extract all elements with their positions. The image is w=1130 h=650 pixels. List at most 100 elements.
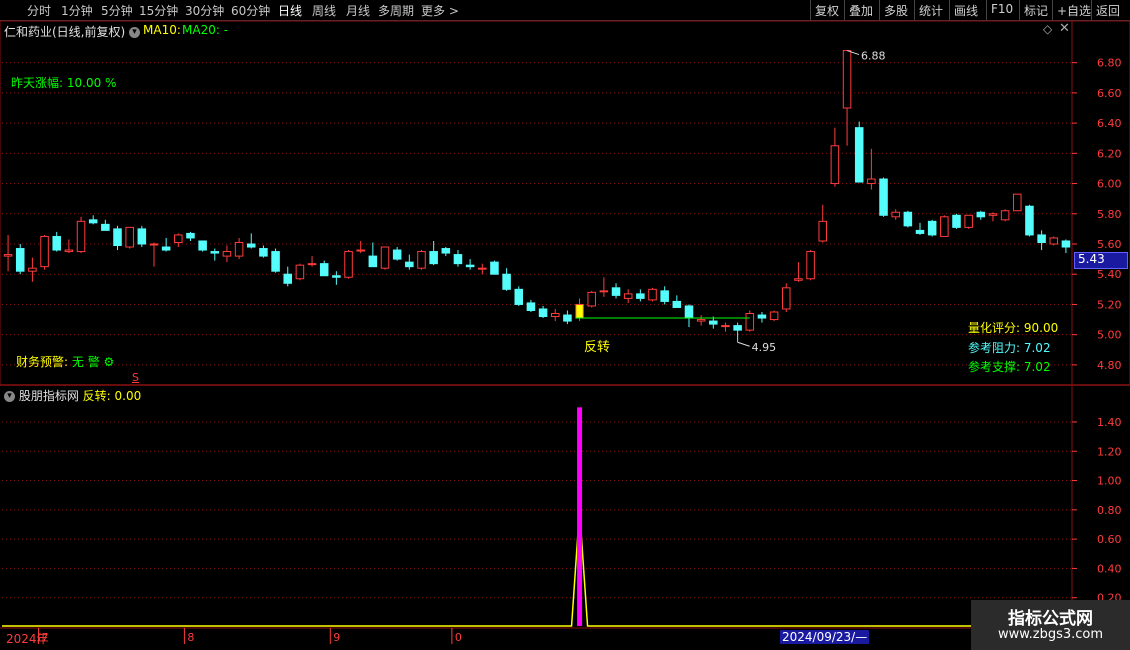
candle-body: [830, 145, 840, 185]
sub-panel-indicator: 反转: 0.00: [82, 389, 142, 403]
date-axis-year: 2024年: [6, 632, 49, 646]
candle-body: [526, 302, 536, 311]
candle-body: [903, 211, 913, 227]
candle-body: [538, 308, 548, 318]
candle-body: [502, 273, 511, 290]
indicator-signal-bar: [577, 407, 583, 626]
diamond-icon[interactable]: ◇: [1043, 22, 1052, 36]
finance-warning: 财务预警: 无 警 ⚙: [16, 353, 114, 370]
candle-body: [1049, 237, 1059, 245]
month-label: 8: [187, 631, 194, 644]
candle-body: [988, 213, 998, 216]
candle-body: [769, 311, 779, 321]
dividend-s-icon: S: [132, 371, 139, 384]
warning-gear-icon: ⚙: [103, 355, 115, 369]
price-tick-label: 6.20: [1097, 147, 1122, 160]
candle-body: [101, 223, 110, 231]
candle-body: [660, 290, 669, 302]
candle-body: [794, 278, 803, 281]
candle-body: [368, 255, 378, 268]
candle-body: [757, 314, 767, 319]
candle-body: [781, 287, 791, 310]
watermark-line1: 指标公式网: [1008, 609, 1093, 629]
price-tick-label: 5.40: [1097, 268, 1122, 281]
candle-body: [344, 251, 353, 278]
candle-body: [915, 229, 925, 234]
candle-body: [125, 226, 134, 248]
candle-body: [623, 293, 633, 299]
candle-body: [88, 219, 98, 224]
candle-body: [441, 248, 451, 254]
candle-body: [319, 263, 329, 277]
indicator-tick-label: 1.40: [1097, 416, 1122, 429]
candle-body: [733, 325, 742, 331]
candle-body: [879, 178, 888, 216]
sub-panel-name: 股朋指标网: [18, 389, 79, 403]
prev-change-value: 10.00 %: [66, 76, 117, 90]
candle-body: [745, 313, 755, 331]
candle-body: [186, 232, 195, 239]
candle-body: [684, 305, 694, 319]
candle-body: [550, 313, 560, 318]
candle-body: [599, 290, 609, 293]
price-tick-label: 6.80: [1097, 57, 1122, 70]
low-price-label: 4.95: [752, 341, 777, 354]
watermark-line2: www.zbgs3.com: [997, 627, 1104, 642]
candle-body: [76, 220, 86, 253]
candle-body: [259, 248, 268, 257]
indicator-tick-label: 1.00: [1097, 475, 1122, 488]
candle-body: [113, 228, 122, 247]
candle-body: [1037, 234, 1046, 243]
candle-body: [15, 248, 25, 272]
stock-title[interactable]: 仁和药业(日线,前复权) ▾: [4, 23, 141, 40]
candle-body: [891, 211, 900, 218]
prev-change-label: 昨天涨幅:: [11, 76, 64, 90]
candle-body: [405, 261, 414, 268]
price-tick-label: 5.60: [1097, 238, 1122, 251]
month-label: 9: [333, 631, 340, 644]
candle-body: [271, 251, 280, 272]
current-price-text: 5.43: [1078, 252, 1105, 266]
candle-body: [198, 240, 207, 251]
candle-body: [927, 220, 937, 236]
candle-body: [721, 325, 730, 328]
chevron-down-icon[interactable]: ▾: [4, 391, 15, 402]
candle-body: [842, 50, 852, 109]
candle-body: [1013, 193, 1022, 212]
date-axis-cursor: 2024/09/23/—: [780, 630, 870, 644]
low-marker-arrow: [737, 341, 750, 347]
candle-body: [3, 254, 13, 257]
support-value: 参考支撑: 7.02: [968, 360, 1051, 374]
price-tick-label: 4.80: [1097, 359, 1122, 372]
candle-body: [648, 288, 657, 301]
chevron-down-icon[interactable]: ▾: [129, 27, 141, 38]
candle-body: [149, 243, 159, 246]
candle-body: [1025, 205, 1034, 236]
candle-body: [429, 251, 438, 265]
candle-body: [52, 235, 61, 251]
candle-body: [854, 127, 864, 183]
candle-body: [867, 178, 876, 185]
price-tick-label: 5.20: [1097, 298, 1122, 311]
main-panel-frame: [0, 20, 1130, 386]
ma10-label: MA10:: [143, 23, 181, 37]
candle-body: [709, 320, 718, 325]
candle-body: [818, 220, 828, 242]
candle-body: [174, 234, 183, 243]
close-icon[interactable]: ✕: [1059, 21, 1070, 36]
sub-panel-title[interactable]: ▾ 股朋指标网 反转: 0.00: [4, 387, 141, 404]
candle-body: [1061, 240, 1071, 248]
kline-chart: 4.80 5.00 5.20 5.40 5.60 5.80 6.00 6.20 6.40 6.60…: [0, 20, 1130, 650]
finance-warning-value: 无 警: [71, 355, 100, 369]
candle-body: [234, 241, 244, 257]
price-tick-label: 6.40: [1097, 117, 1122, 130]
candle-body: [332, 275, 341, 278]
candle-body: [940, 216, 949, 237]
ma20-label: MA20: -: [182, 23, 229, 37]
candle-body: [672, 300, 682, 308]
candle-body: [696, 319, 706, 322]
candle-body: [976, 211, 986, 218]
candle-body: [137, 228, 147, 245]
indicator-tick-label: 0.80: [1097, 504, 1122, 517]
candle-body: [1000, 210, 1010, 221]
